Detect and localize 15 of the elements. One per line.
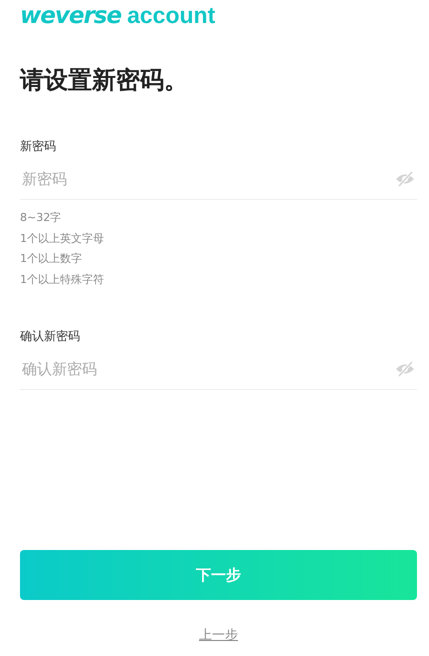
eye-hidden-icon[interactable] xyxy=(395,361,415,377)
logo-text: weverse xyxy=(20,3,122,29)
eye-hidden-icon[interactable] xyxy=(395,171,415,187)
password-rule: 1个以上数字 xyxy=(20,251,83,267)
field-label: 确认新密码 xyxy=(20,328,81,345)
back-link[interactable]: 上一步 xyxy=(199,628,238,643)
next-button[interactable]: 下一步 xyxy=(20,550,417,600)
page-heading: 请设置新密码。 xyxy=(20,65,189,96)
password-rule: 8~32字 xyxy=(20,210,62,226)
field-label: 新密码 xyxy=(20,138,57,155)
password-rule: 1个以上特殊字符 xyxy=(20,272,105,288)
password-field[interactable]: 确认新密码 xyxy=(20,360,395,378)
password-rule: 1个以上英文字母 xyxy=(20,230,105,246)
logo-suffix: account xyxy=(127,2,216,29)
password-field[interactable]: 新密码 xyxy=(20,170,395,188)
